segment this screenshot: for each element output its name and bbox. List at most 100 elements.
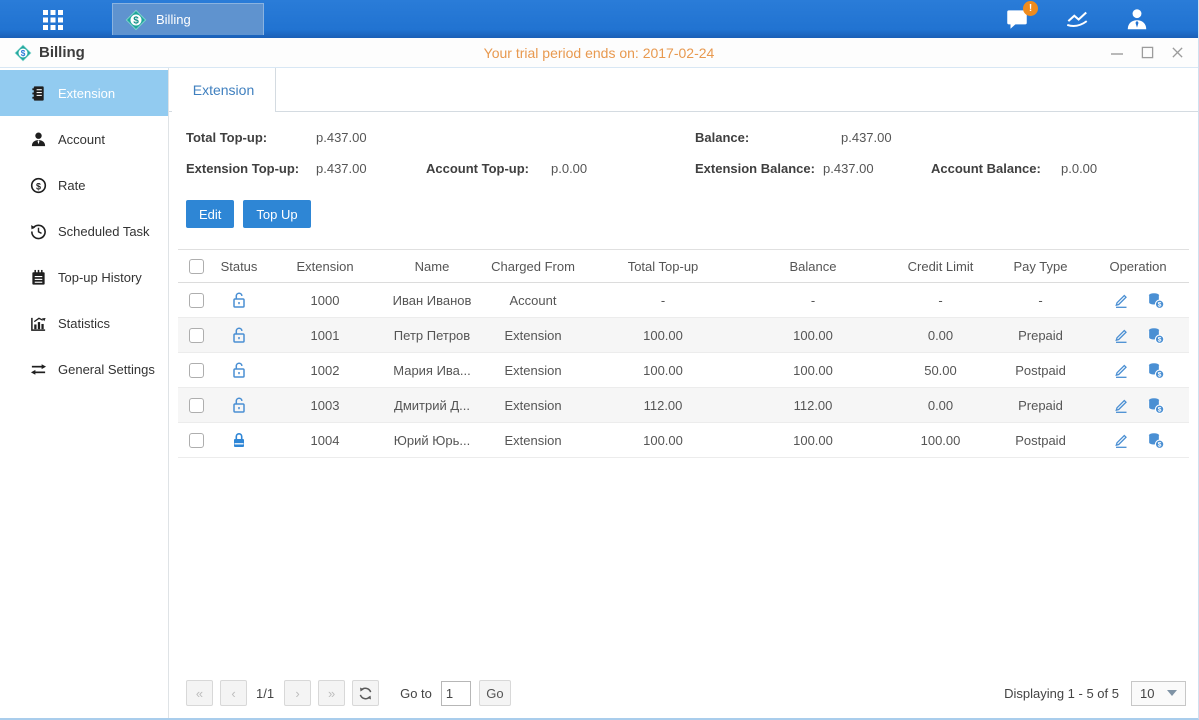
- extension-name: Юрий Юрь...: [386, 433, 478, 448]
- balance-value: p.437.00: [841, 130, 892, 145]
- credit-limit: 100.00: [888, 433, 993, 448]
- topup-row-button[interactable]: $: [1146, 396, 1165, 415]
- main-panel: Extension Total Top-up: p.437.00 Balance…: [168, 68, 1198, 718]
- summary-row-1: Total Top-up: p.437.00 Balance: p.437.00: [178, 124, 1189, 155]
- pencil-icon: [1112, 326, 1130, 344]
- sidebar-item-label: Scheduled Task: [58, 224, 150, 239]
- notification-badge: !: [1023, 1, 1038, 16]
- col-name: Name: [386, 259, 478, 274]
- sidebar-item-extension[interactable]: Extension: [0, 70, 168, 116]
- refresh-button[interactable]: [352, 680, 379, 706]
- topup-row-button[interactable]: $: [1146, 431, 1165, 450]
- user-button[interactable]: [1124, 6, 1150, 32]
- sidebar-item-general-settings[interactable]: General Settings: [0, 346, 168, 392]
- billing-diamond-icon: $: [125, 9, 147, 31]
- topbar-tab-billing[interactable]: $ Billing: [112, 3, 264, 35]
- row-checkbox[interactable]: [189, 433, 204, 448]
- app-grid-icon: [41, 7, 65, 31]
- topup-coins-icon: $: [1146, 431, 1165, 450]
- pay-type: -: [993, 293, 1088, 308]
- lock-open-icon: [230, 361, 248, 379]
- maximize-button[interactable]: [1140, 46, 1154, 60]
- sidebar-item-scheduled-task[interactable]: Scheduled Task: [0, 208, 168, 254]
- extension-number: 1002: [264, 363, 386, 378]
- extension-topup-label: Extension Top-up:: [186, 161, 299, 176]
- go-button[interactable]: Go: [479, 680, 511, 706]
- goto-page-input[interactable]: [441, 681, 471, 706]
- lock-open-icon: [230, 291, 248, 309]
- refresh-icon: [358, 686, 373, 701]
- col-pay-type: Pay Type: [993, 259, 1088, 274]
- select-all-checkbox[interactable]: [189, 259, 204, 274]
- row-checkbox[interactable]: [189, 398, 204, 413]
- double-chevron-left-icon: «: [196, 686, 203, 701]
- extension-number: 1004: [264, 433, 386, 448]
- edit-row-button[interactable]: [1112, 291, 1130, 309]
- edit-row-button[interactable]: [1112, 326, 1130, 344]
- statistics-button[interactable]: [1064, 6, 1090, 32]
- svg-text:$: $: [1157, 336, 1161, 343]
- svg-text:$: $: [1157, 406, 1161, 413]
- table-row[interactable]: 1000 Иван Иванов Account - - - - $: [178, 283, 1189, 318]
- extension-name: Мария Ива...: [386, 363, 478, 378]
- page-size-select[interactable]: 10: [1131, 681, 1186, 706]
- close-button[interactable]: [1170, 46, 1184, 60]
- displaying-text: Displaying 1 - 5 of 5: [1004, 686, 1119, 701]
- first-page-button[interactable]: «: [186, 680, 213, 706]
- balance-label: Balance:: [695, 130, 749, 145]
- tab-extension[interactable]: Extension: [172, 68, 276, 112]
- sidebar-item-statistics[interactable]: Statistics: [0, 300, 168, 346]
- topup-button[interactable]: Top Up: [243, 200, 310, 228]
- svg-text:$: $: [36, 181, 41, 191]
- charged-from: Extension: [478, 433, 588, 448]
- topup-row-button[interactable]: $: [1146, 326, 1165, 345]
- extension-balance-label: Extension Balance:: [695, 161, 815, 176]
- account-topup-label: Account Top-up:: [426, 161, 529, 176]
- col-charged-from: Charged From: [478, 259, 588, 274]
- row-checkbox[interactable]: [189, 293, 204, 308]
- topbar-tab-label: Billing: [156, 12, 191, 27]
- extension-name: Иван Иванов: [386, 293, 478, 308]
- total-topup-value: p.437.00: [316, 130, 367, 145]
- sidebar-item-topup-history[interactable]: Top-up History: [0, 254, 168, 300]
- edit-row-button[interactable]: [1112, 396, 1130, 414]
- extension-topup-value: p.437.00: [316, 161, 367, 176]
- topup-row-button[interactable]: $: [1146, 361, 1165, 380]
- app-grid-button[interactable]: [36, 0, 70, 38]
- prev-page-button[interactable]: ‹: [220, 680, 247, 706]
- double-chevron-right-icon: »: [328, 686, 335, 701]
- close-icon: [1171, 46, 1184, 59]
- pencil-icon: [1112, 396, 1130, 414]
- sidebar-item-label: Rate: [58, 178, 85, 193]
- table-row[interactable]: 1003 Дмитрий Д... Extension 112.00 112.0…: [178, 388, 1189, 423]
- messages-button[interactable]: !: [1004, 6, 1030, 32]
- edit-button[interactable]: Edit: [186, 200, 234, 228]
- sidebar-item-label: Statistics: [58, 316, 110, 331]
- row-checkbox[interactable]: [189, 363, 204, 378]
- sidebar-item-rate[interactable]: $ Rate: [0, 162, 168, 208]
- window-title: Billing: [39, 44, 85, 61]
- credit-limit: 0.00: [888, 398, 993, 413]
- table-row[interactable]: 1001 Петр Петров Extension 100.00 100.00…: [178, 318, 1189, 353]
- billing-app-window: $ Billing !: [0, 0, 1199, 720]
- table-row[interactable]: 1004 Юрий Юрь... Extension 100.00 100.00…: [178, 423, 1189, 458]
- svg-text:$: $: [1157, 371, 1161, 378]
- sidebar-item-account[interactable]: Account: [0, 116, 168, 162]
- table-row[interactable]: 1002 Мария Ива... Extension 100.00 100.0…: [178, 353, 1189, 388]
- minimize-button[interactable]: [1110, 46, 1124, 60]
- topup-row-button[interactable]: $: [1146, 291, 1165, 310]
- row-checkbox[interactable]: [189, 328, 204, 343]
- total-topup: 100.00: [588, 433, 738, 448]
- next-page-button[interactable]: ›: [284, 680, 311, 706]
- tabstrip: Extension: [169, 68, 1198, 112]
- edit-row-button[interactable]: [1112, 431, 1130, 449]
- topup-coins-icon: $: [1146, 361, 1165, 380]
- col-credit-limit: Credit Limit: [888, 259, 993, 274]
- summary-row-2: Extension Top-up: p.437.00 Account Top-u…: [178, 155, 1189, 186]
- titlebar: $ Billing Your trial period ends on: 201…: [0, 38, 1198, 68]
- total-topup: 100.00: [588, 328, 738, 343]
- last-page-button[interactable]: »: [318, 680, 345, 706]
- charged-from: Account: [478, 293, 588, 308]
- edit-row-button[interactable]: [1112, 361, 1130, 379]
- account-topup-value: p.0.00: [551, 161, 587, 176]
